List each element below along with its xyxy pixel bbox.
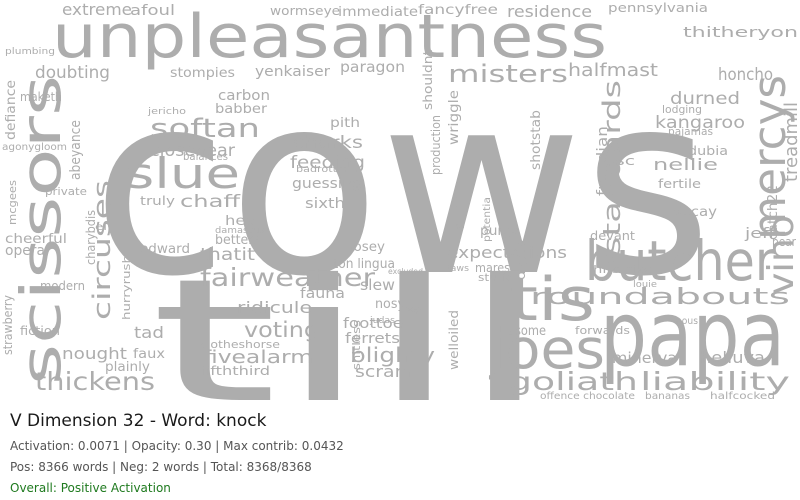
cloud-word: treadmill bbox=[781, 102, 800, 182]
cloud-word: fauna bbox=[300, 286, 345, 302]
cloud-word: production bbox=[429, 115, 443, 175]
cloud-word: modern bbox=[40, 279, 85, 293]
cloud-word: purge bbox=[480, 224, 520, 239]
cloud-word: yenkaiser bbox=[255, 64, 330, 80]
cloud-word: babber bbox=[215, 102, 268, 117]
cloud-word: guessing bbox=[292, 176, 362, 192]
cloud-word: edward bbox=[140, 242, 190, 257]
cloud-word: freudian bbox=[595, 126, 611, 196]
cloud-word: slew bbox=[360, 276, 395, 294]
cloud-word: fiction bbox=[20, 324, 60, 338]
cloud-word: badrotten bbox=[296, 165, 351, 175]
cloud-word: hurryrush bbox=[120, 255, 133, 320]
cloud-word: pith bbox=[330, 116, 360, 131]
cloud-word: shitless bbox=[350, 320, 363, 370]
cloud-word: softan bbox=[150, 114, 260, 144]
cloud-word: thitheryon bbox=[683, 25, 798, 41]
cloud-word: bop bbox=[404, 305, 422, 315]
cloud-word: plumbing bbox=[5, 47, 55, 57]
cloud-word: fifththird bbox=[200, 364, 270, 378]
cloud-word: shouldnt bbox=[421, 50, 435, 110]
cloud-word: roundabouts bbox=[530, 285, 790, 310]
cloud-word: pennsylvania bbox=[608, 1, 708, 15]
cloud-word: expectations bbox=[447, 243, 567, 262]
cloud-word: afoul bbox=[130, 3, 175, 19]
cloud-word: clotheshorse bbox=[200, 338, 280, 351]
cloud-word: minerva bbox=[612, 349, 677, 367]
cloud-word: nosey bbox=[345, 240, 385, 255]
cloud-word: digits bbox=[514, 240, 528, 280]
cloud-word: stuffe bbox=[478, 271, 513, 284]
cloud-word: nous bbox=[676, 316, 698, 327]
cloud-word: chaff bbox=[180, 192, 242, 212]
cloud-word: asome bbox=[508, 324, 546, 339]
cloud-word: louie bbox=[633, 280, 658, 290]
word-cloud-canvas: cows till unpleasantness papa butcher ti… bbox=[1, 0, 800, 405]
cloud-word: truly bbox=[140, 194, 175, 208]
cloud-word: forwards bbox=[575, 324, 630, 337]
cloud-word: paragon bbox=[340, 58, 405, 76]
cloud-word: halfcocked bbox=[710, 391, 775, 402]
cloud-word: judas bbox=[369, 316, 395, 326]
cloud-word: wriggle bbox=[447, 90, 462, 145]
cloud-word: abeyance bbox=[68, 120, 84, 180]
cloud-word: decay bbox=[672, 205, 717, 220]
dimension-title: V Dimension 32 - Word: knock bbox=[10, 411, 267, 431]
word-counts: Pos: 8366 words | Neg: 2 words | Total: … bbox=[10, 460, 312, 474]
cloud-word: halfmast bbox=[568, 60, 658, 81]
cloud-word: stompies bbox=[170, 66, 235, 81]
cloud-word: taws bbox=[447, 264, 469, 274]
cloud-word: agonygloom bbox=[2, 142, 67, 153]
activation-stats: Activation: 0.0071 | Opacity: 0.30 | Max… bbox=[10, 439, 344, 453]
cloud-word: pajamas bbox=[668, 125, 713, 138]
cloud-word: strawberry bbox=[1, 295, 15, 355]
cloud-word: maketh bbox=[20, 90, 62, 104]
cloud-word: bananas bbox=[645, 391, 690, 402]
cloud-word: offence chocolate bbox=[540, 391, 635, 402]
cloud-word: dubia bbox=[688, 144, 728, 158]
cloud-word: plainly bbox=[105, 360, 150, 375]
cloud-word: pear bbox=[772, 235, 796, 249]
cloud-word: excluded bbox=[388, 267, 423, 276]
cloud-word: misters bbox=[448, 60, 568, 88]
cloud-word: immediate bbox=[338, 5, 418, 20]
cloud-word: sixth bbox=[305, 196, 345, 212]
cloud-word: extreme bbox=[62, 0, 132, 19]
cloud-word: lodging bbox=[662, 103, 702, 116]
cloud-word: tad bbox=[134, 323, 164, 342]
cloud-word: sc bbox=[615, 154, 635, 168]
cloud-word: damascus bbox=[215, 226, 265, 236]
cloud-word: el bbox=[95, 222, 107, 233]
cloud-word: helluva bbox=[700, 348, 765, 367]
cloud-word: thatit bbox=[200, 245, 255, 265]
cloud-word: hitstrike bbox=[593, 263, 653, 276]
word-cloud: cows till unpleasantness papa butcher ti… bbox=[0, 0, 800, 405]
cloud-word: welloiled bbox=[447, 310, 461, 370]
cloud-word: devant bbox=[590, 229, 635, 243]
cloud-word: cheerful bbox=[5, 232, 67, 247]
cloud-word: residence bbox=[507, 2, 592, 21]
cloud-word: jericho bbox=[147, 107, 187, 117]
cloud-word: doubting bbox=[35, 63, 110, 83]
cloud-word: mcgees bbox=[6, 180, 19, 225]
cloud-word: defiance bbox=[4, 80, 19, 140]
cloud-word: iton lingua bbox=[330, 257, 395, 272]
cloud-word: shotstab bbox=[529, 110, 544, 170]
cloud-word: grinnin bbox=[452, 180, 465, 230]
cloud-word: nosy bbox=[375, 297, 405, 312]
cloud-word: fancyfree bbox=[418, 3, 498, 18]
cloud-word: fertile bbox=[658, 177, 701, 191]
cloud-word: wormseye bbox=[270, 4, 340, 18]
cloud-word: scram bbox=[355, 362, 413, 381]
cloud-word: private bbox=[45, 185, 87, 198]
cloud-word: charybdis bbox=[84, 210, 98, 265]
overall-activation: Overall: Positive Activation bbox=[10, 481, 171, 495]
cloud-word: sharks bbox=[293, 133, 363, 153]
cloud-word: honcho bbox=[718, 65, 773, 85]
cloud-word: balances bbox=[183, 150, 228, 163]
cloud-word: jeff bbox=[744, 226, 776, 242]
